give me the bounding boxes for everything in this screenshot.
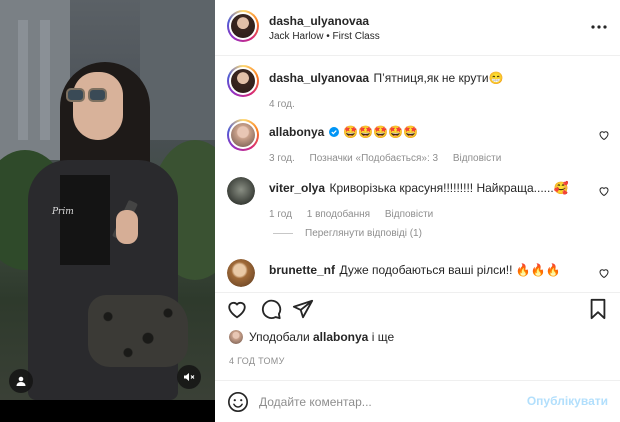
heart-icon[interactable]: [598, 185, 610, 197]
post-actions: [215, 292, 620, 322]
tagged-users-button[interactable]: [9, 369, 33, 393]
user-tag-icon: [16, 376, 26, 386]
verified-badge-icon: [328, 127, 339, 137]
like-button[interactable]: [225, 297, 249, 321]
post-header: dasha_ulyanovaa Jack Harlow • First Clas…: [215, 0, 620, 56]
view-replies-button[interactable]: Переглянути відповіді (1): [273, 228, 422, 239]
audio-label[interactable]: Jack Harlow • First Class: [269, 31, 380, 42]
comment-text: Дуже подобаються ваші рілси!! 🔥🔥🔥: [339, 263, 561, 277]
liked-by-user[interactable]: allabonya: [313, 330, 368, 344]
heart-icon: [228, 301, 246, 319]
post-comment-button[interactable]: Опублікувати: [527, 394, 608, 408]
comment-icon: [261, 299, 282, 320]
post-side-panel: dasha_ulyanovaa Jack Harlow • First Clas…: [215, 0, 620, 422]
comment-input[interactable]: [259, 393, 519, 411]
comment-likes[interactable]: 1 вподобання: [307, 209, 370, 220]
caption-time[interactable]: 4 год.: [269, 99, 295, 110]
caption-username[interactable]: dasha_ulyanovaa: [269, 71, 369, 85]
more-options-button[interactable]: [590, 18, 608, 36]
share-icon: [292, 299, 314, 319]
more-options-icon: [591, 25, 607, 29]
post-media[interactable]: Prim: [0, 0, 215, 422]
comment-text: Криворізька красуня!!!!!!!!! Найкраща...…: [329, 181, 569, 195]
comments-list[interactable]: dasha_ulyanovaa П’ятниця,як не крути😁 4 …: [215, 57, 620, 291]
liked-by-avatar: [229, 330, 243, 344]
liked-by-suffix[interactable]: і ще: [372, 330, 394, 344]
mute-icon: [184, 373, 195, 381]
view-replies-label: Переглянути відповіді (1): [305, 228, 422, 239]
comment-likes[interactable]: Позначки «Подобається»: 3: [310, 153, 439, 164]
share-button[interactable]: [291, 297, 315, 321]
replies-divider: [273, 233, 293, 234]
comment-username[interactable]: viter_olya: [269, 181, 325, 195]
liked-by-prefix: Уподобали: [249, 330, 310, 344]
comment-avatar[interactable]: [227, 177, 255, 205]
comment-reply-button[interactable]: Відповісти: [385, 209, 433, 220]
heart-icon[interactable]: [598, 267, 610, 279]
post-timestamp[interactable]: 4 ГОД ТОМУ: [229, 356, 285, 366]
comment-composer: Опублікувати: [215, 380, 620, 422]
author-username[interactable]: dasha_ulyanovaa: [269, 14, 369, 28]
comment-button[interactable]: [259, 297, 283, 321]
heart-icon[interactable]: [598, 129, 610, 141]
comment-text: 🤩🤩🤩🤩🤩: [343, 125, 418, 139]
bookmark-icon: [590, 298, 606, 320]
author-avatar[interactable]: [227, 10, 259, 42]
comment-reply-button[interactable]: Відповісти: [453, 153, 501, 164]
save-button[interactable]: [586, 297, 610, 321]
mute-button[interactable]: [177, 365, 201, 389]
comment-time[interactable]: 1 год: [269, 209, 292, 220]
liked-by[interactable]: Уподобали allabonya і ще: [229, 330, 394, 344]
comment-username[interactable]: allabonya: [269, 125, 324, 139]
comment-avatar[interactable]: [227, 119, 259, 151]
shirt-print: Prim: [52, 207, 74, 217]
comment-username[interactable]: brunette_nf: [269, 263, 335, 277]
post-video-frame[interactable]: Prim: [0, 0, 215, 400]
comment-time[interactable]: 3 год.: [269, 153, 295, 164]
caption-text: П’ятниця,як не крути😁: [373, 71, 504, 85]
caption-avatar[interactable]: [227, 65, 259, 97]
comment-avatar[interactable]: [227, 259, 255, 287]
emoji-icon[interactable]: [227, 391, 249, 413]
